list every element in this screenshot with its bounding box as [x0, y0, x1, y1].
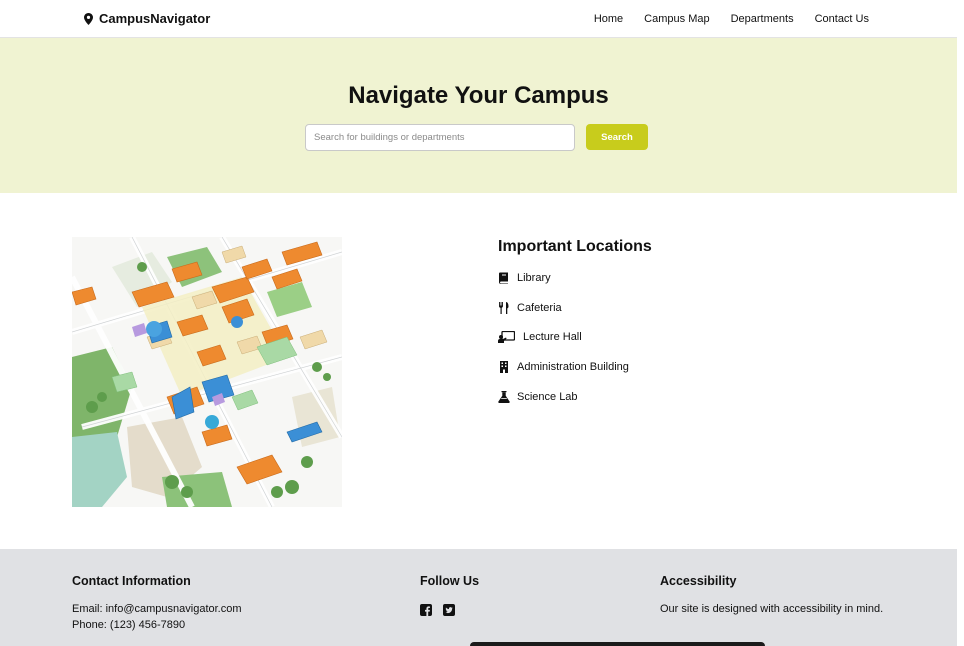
flask-icon [498, 391, 510, 403]
book-icon [499, 272, 508, 284]
footer-accessibility-text: Our site is designed with accessibility … [660, 603, 884, 615]
facebook-icon[interactable] [420, 604, 432, 616]
location-item-cafeteria[interactable]: Cafeteria [498, 301, 562, 315]
location-label: Cafeteria [517, 302, 562, 314]
navbar: CampusNavigator Home Campus Map Departme… [0, 0, 957, 38]
location-item-lecture-hall[interactable]: Lecture Hall [498, 330, 582, 344]
footer-contact-heading: Contact Information [72, 574, 191, 588]
campus-map-illustration [72, 237, 342, 507]
nav-links: Home Campus Map Departments Contact Us [594, 13, 869, 25]
nav-link-departments[interactable]: Departments [731, 13, 794, 25]
twitter-icon[interactable] [443, 604, 455, 616]
utensils-icon [499, 302, 509, 314]
footer: Contact Information Email: info@campusna… [0, 549, 957, 646]
map-pin-icon [84, 12, 93, 25]
building-icon [500, 361, 508, 373]
horizontal-scrollbar-thumb[interactable] [470, 642, 765, 646]
footer-follow-heading: Follow Us [420, 574, 480, 588]
location-label: Library [517, 272, 551, 284]
brand-link[interactable]: CampusNavigator [84, 11, 210, 26]
footer-email: Email: info@campusnavigator.com [72, 603, 242, 615]
location-label: Administration Building [517, 361, 629, 373]
hero-section: Navigate Your Campus Search [0, 38, 957, 193]
location-item-library[interactable]: Library [498, 271, 551, 285]
nav-link-contact-us[interactable]: Contact Us [815, 13, 869, 25]
search-button[interactable]: Search [586, 124, 648, 150]
nav-link-campus-map[interactable]: Campus Map [644, 13, 709, 25]
important-locations: Important Locations Library Cafeteria Le… [498, 238, 652, 403]
search-input[interactable] [305, 124, 575, 151]
brand-name: CampusNavigator [99, 11, 211, 26]
hero-title: Navigate Your Campus [348, 82, 609, 109]
nav-link-home[interactable]: Home [594, 13, 623, 25]
locations-title: Important Locations [498, 238, 652, 255]
campus-map-image [72, 237, 342, 507]
footer-phone: Phone: (123) 456-7890 [72, 619, 186, 631]
page: CampusNavigator Home Campus Map Departme… [0, 0, 957, 646]
footer-accessibility-heading: Accessibility [660, 574, 737, 588]
location-label: Science Lab [517, 391, 578, 403]
location-item-administration-building[interactable]: Administration Building [498, 360, 629, 374]
scrollbar-track [957, 0, 964, 646]
chalkboard-teacher-icon [498, 331, 515, 343]
location-item-science-lab[interactable]: Science Lab [498, 390, 578, 404]
location-label: Lecture Hall [523, 331, 582, 343]
